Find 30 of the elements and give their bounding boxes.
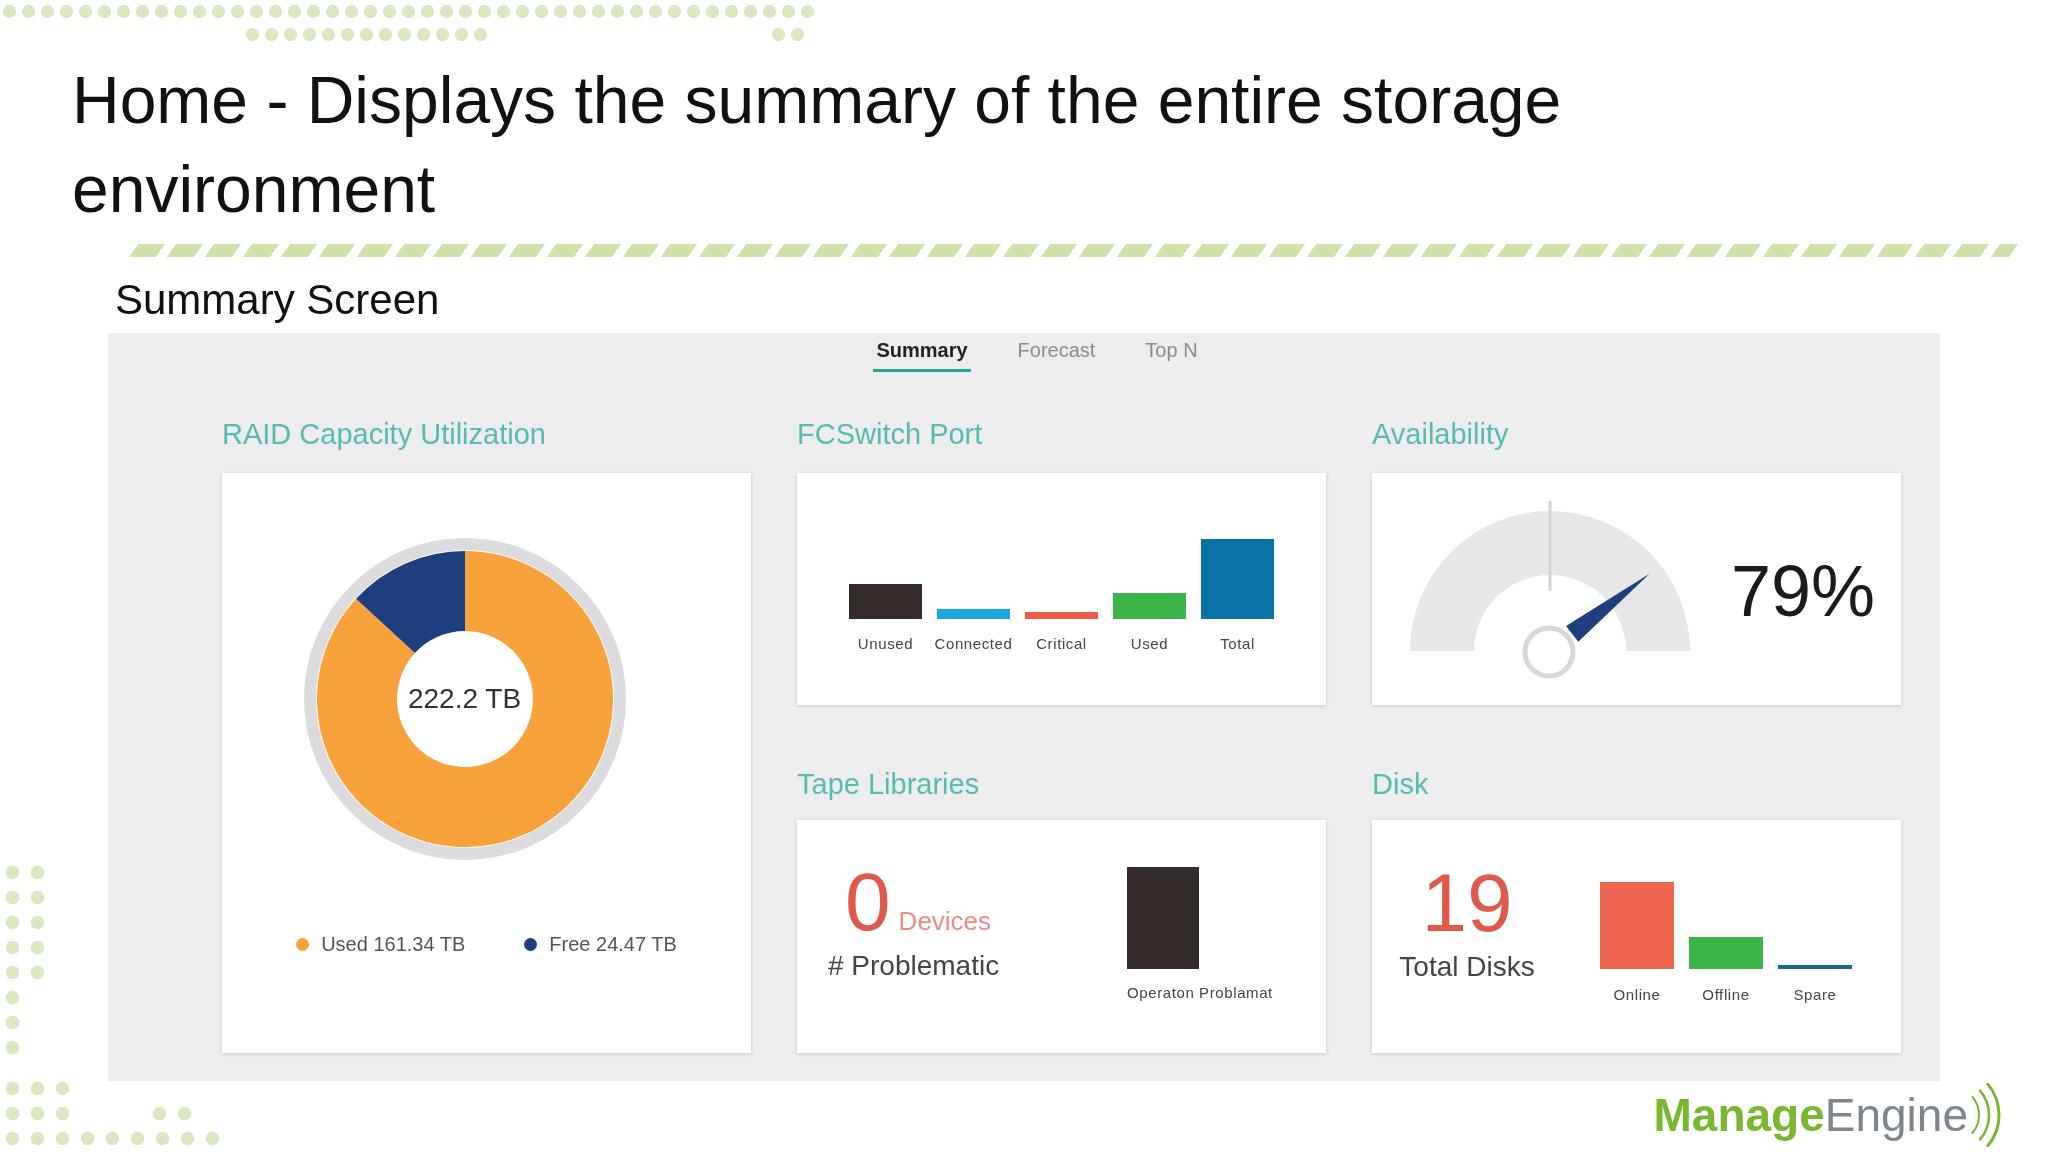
section-title: Disk — [1372, 767, 1429, 801]
tab[interactable]: Forecast — [1014, 338, 1099, 372]
arcs-icon — [1970, 1083, 2002, 1147]
bar-label: Offline — [1702, 987, 1750, 1003]
bar-label: Spare — [1793, 987, 1837, 1003]
bar-label: Unused — [857, 636, 914, 652]
bar-label: Total — [1220, 636, 1255, 652]
section-title: Availability — [1372, 417, 1509, 451]
section-title: RAID Capacity Utilization — [222, 417, 546, 451]
bar-label: Used — [1130, 636, 1169, 652]
slide-title: Home - Displays the summary of the entire storage environment — [72, 62, 1563, 228]
tab[interactable]: Summary — [873, 338, 971, 372]
bar-label: Operaton Problamat — [1127, 985, 1273, 1001]
section-title: FCSwitch Port — [797, 417, 983, 451]
stat-caption: Total Disks — [1399, 950, 1535, 984]
bar-label: Online — [1613, 987, 1661, 1003]
slide-subtitle: Summary Screen — [115, 275, 440, 325]
stat-caption: # Problematic — [828, 949, 1000, 983]
tab[interactable]: Top N — [1142, 338, 1201, 372]
bar-label: Connected — [934, 636, 1013, 652]
brand-wordmark: ManageEngine — [1653, 1089, 1968, 1141]
section-title: Tape Libraries — [797, 767, 980, 801]
stat-value: 0 — [845, 867, 891, 937]
gauge-reading: 79% — [1731, 551, 1876, 631]
stat-unit: Devices — [898, 906, 992, 936]
legend-label: Used 161.34 TB — [321, 932, 466, 956]
legend-label: Free 24.47 TB — [549, 932, 677, 956]
bar-label: Critical — [1036, 636, 1087, 652]
stat-value: 19 — [1421, 868, 1513, 938]
donut-center-label: 222.2 TB — [407, 683, 522, 715]
